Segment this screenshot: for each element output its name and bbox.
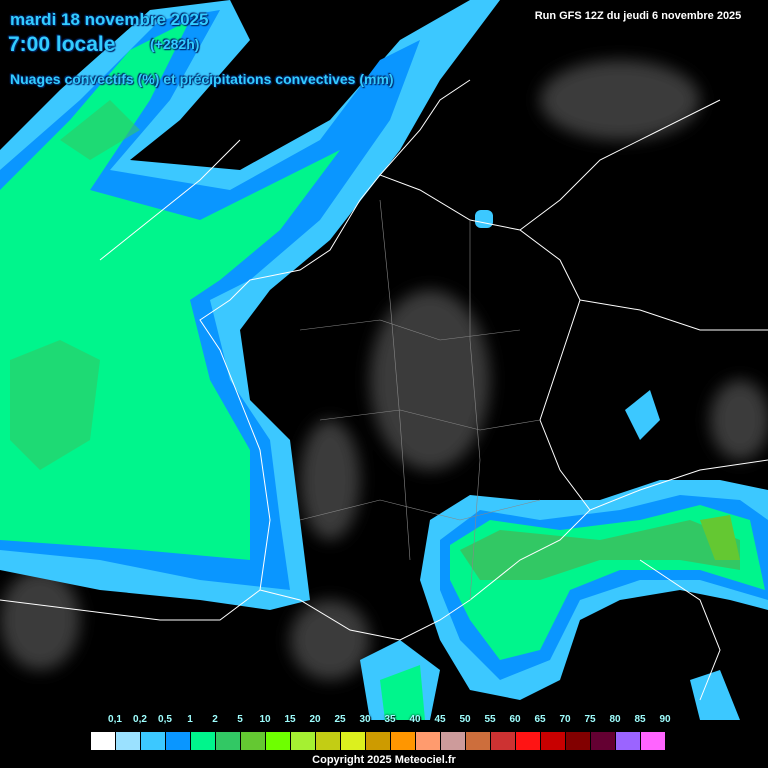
legend-label: 50 [459, 714, 471, 725]
legend-swatch [115, 731, 141, 751]
legend-label: 40 [409, 714, 421, 725]
legend-swatch [540, 731, 566, 751]
legend-label: 80 [609, 714, 621, 725]
legend-label: 0,2 [133, 714, 147, 725]
legend-swatch [190, 731, 216, 751]
legend-label: 35 [384, 714, 396, 725]
legend-label: 85 [634, 714, 646, 725]
forecast-hour: 7:00 locale [8, 33, 116, 56]
legend-label: 75 [584, 714, 596, 725]
legend-swatch [490, 731, 516, 751]
legend-swatch [415, 731, 441, 751]
run-info: Run GFS 12Z du jeudi 6 novembre 2025 [510, 5, 766, 27]
legend-label: 10 [259, 714, 271, 725]
map-canvas [0, 0, 768, 720]
legend-label: 60 [509, 714, 521, 725]
copyright: Copyright 2025 Meteociel.fr [312, 754, 456, 766]
legend-swatch [590, 731, 616, 751]
legend-label: 45 [434, 714, 446, 725]
legend-swatch [315, 731, 341, 751]
legend-label: 2 [212, 714, 218, 725]
legend-label: 1 [187, 714, 193, 725]
legend-swatch [565, 731, 591, 751]
legend-swatch [640, 731, 666, 751]
forecast-offset: (+282h) [150, 36, 200, 52]
legend-label: 30 [359, 714, 371, 725]
legend-swatch [515, 731, 541, 751]
legend-label: 55 [484, 714, 496, 725]
legend-swatch [140, 731, 166, 751]
legend-label: 15 [284, 714, 296, 725]
legend-label: 0,5 [158, 714, 172, 725]
legend-swatch [290, 731, 316, 751]
legend-label: 65 [534, 714, 546, 725]
legend-label: 5 [237, 714, 243, 725]
legend-swatch [390, 731, 416, 751]
forecast-date: mardi 18 novembre 2025 [10, 10, 209, 29]
legend-label: 0,1 [108, 714, 122, 725]
legend-swatch [265, 731, 291, 751]
legend-swatch [440, 731, 466, 751]
legend-label: 20 [309, 714, 321, 725]
legend-swatch [365, 731, 391, 751]
legend-swatch [240, 731, 266, 751]
legend-label: 70 [559, 714, 571, 725]
legend-swatch [215, 731, 241, 751]
legend-swatch [340, 731, 366, 751]
legend-swatch [165, 731, 191, 751]
legend-swatch [615, 731, 641, 751]
legend-label: 90 [659, 714, 671, 725]
legend-swatch [465, 731, 491, 751]
legend-label: 25 [334, 714, 346, 725]
map-subtitle: Nuages convectifs (%) et précipitations … [10, 71, 394, 87]
weather-map: mardi 18 novembre 2025 7:00 locale (+282… [0, 0, 768, 768]
legend-swatch [90, 731, 116, 751]
